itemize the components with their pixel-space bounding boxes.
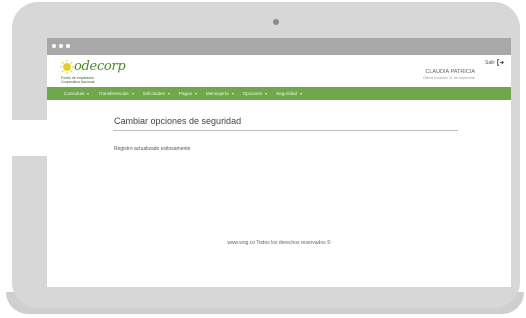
main-content: Cambiar opciones de seguridad Registro a… — [47, 100, 511, 287]
nav-item-transferencias[interactable]: Transferencias — [98, 91, 134, 96]
browser-window: odecorp Fondo de empleados Cooperativa N… — [47, 38, 511, 287]
window-dot-icon[interactable] — [66, 44, 70, 48]
nav-item-consultas[interactable]: Consultas — [64, 91, 90, 96]
logo-wordmark: odecorp — [74, 59, 126, 74]
page-title: Cambiar opciones de seguridad — [114, 116, 242, 126]
title-divider — [113, 130, 458, 131]
chevron-down-icon — [194, 92, 197, 95]
nav-item-pagos[interactable]: Pagos — [179, 91, 197, 96]
overlay-block — [0, 120, 65, 156]
chevron-down-icon — [87, 92, 90, 95]
window-dot-icon[interactable] — [52, 44, 56, 48]
logout-icon — [497, 59, 504, 66]
screenshot-stage: odecorp Fondo de empleados Cooperativa N… — [0, 0, 526, 318]
logout-button[interactable]: Salir — [485, 59, 504, 66]
chevron-down-icon — [231, 92, 234, 95]
window-titlebar — [47, 38, 511, 55]
nav-item-label: Solicitudes — [142, 91, 165, 96]
nav-item-opciones[interactable]: Opciones — [242, 91, 268, 96]
window-dot-icon[interactable] — [59, 44, 63, 48]
nav-item-label: Seguridad — [276, 91, 298, 96]
chevron-down-icon — [167, 92, 170, 95]
chevron-down-icon — [300, 92, 303, 95]
nav-item-mensajeria[interactable]: Mensajería — [206, 91, 234, 96]
user-name: CLAUDIA PATRICIA — [425, 69, 475, 75]
camera-icon — [273, 19, 279, 25]
page-footer: www.wog.co Todos los derechos reservados… — [227, 240, 331, 246]
nav-item-label: Consultas — [64, 91, 85, 96]
logo-tagline: Fondo de empleados Cooperativa Nacional — [61, 76, 95, 84]
nav-item-label: Mensajería — [205, 91, 229, 96]
chevron-down-icon — [131, 92, 134, 95]
nav-item-label: Opciones — [242, 91, 263, 96]
nav-item-solicitudes[interactable]: Solicitudes — [143, 91, 170, 96]
nav-item-label: Pagos — [178, 91, 192, 96]
nav-item-seguridad[interactable]: Seguridad — [276, 91, 303, 96]
app-header: odecorp Fondo de empleados Cooperativa N… — [47, 55, 511, 87]
last-login-text: Última conexión 21 de noviembre — [423, 76, 475, 80]
logout-label: Salir — [484, 59, 495, 66]
laptop-frame: odecorp Fondo de empleados Cooperativa N… — [12, 2, 520, 308]
main-navigation: Consultas Transferencias Solicitudes Pag… — [47, 87, 511, 100]
company-logo[interactable]: odecorp Fondo de empleados Cooperativa N… — [60, 59, 140, 86]
window-controls — [52, 44, 70, 48]
chevron-down-icon — [265, 92, 268, 95]
success-message: Registro actualizado exitosamente — [114, 146, 191, 152]
nav-item-label: Transferencias — [98, 91, 129, 96]
